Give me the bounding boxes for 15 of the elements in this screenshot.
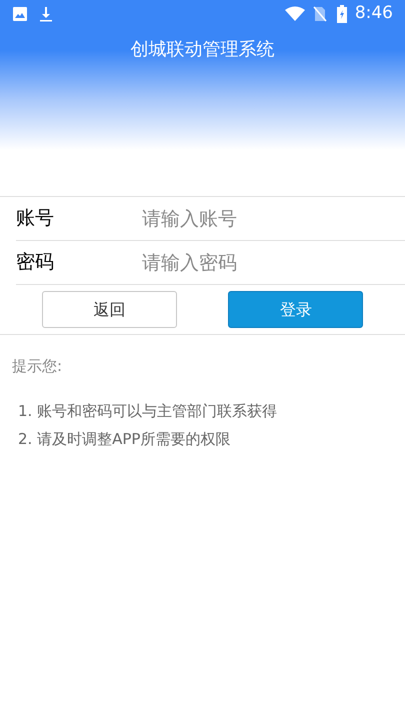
image-icon xyxy=(12,6,28,22)
download-icon xyxy=(38,6,54,22)
clock: 8:46 xyxy=(354,2,393,26)
app-title: 创城联动管理系统 xyxy=(130,38,274,62)
battery-icon xyxy=(336,5,347,23)
input-field[interactable]: 请输入密码 xyxy=(142,241,405,284)
tip-text: 1. 账号和密码可以与主管部门联系获得 xyxy=(18,400,278,422)
tips-heading: 提示您: xyxy=(12,356,64,377)
wifi-icon xyxy=(284,6,305,22)
field-label: 密码 xyxy=(16,250,55,276)
tip-text: 2. 请及时调整APP所需要的权限 xyxy=(18,429,232,450)
back-button[interactable]: 返回 xyxy=(42,291,177,328)
field-label: 账号 xyxy=(16,206,55,232)
no-sim-icon xyxy=(312,6,327,22)
input-field[interactable]: 请输入账号 xyxy=(142,197,405,240)
